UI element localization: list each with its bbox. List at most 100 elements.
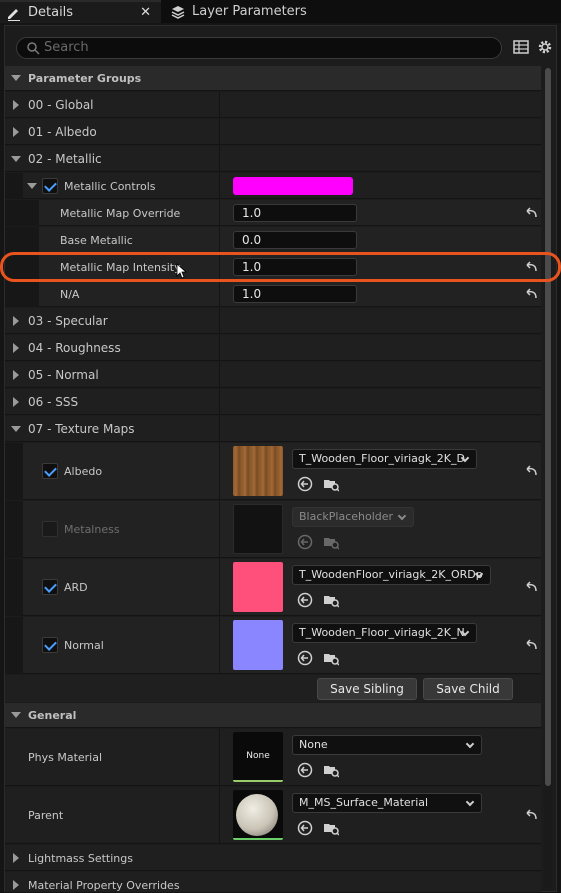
group-global[interactable]: 00 - Global — [5, 92, 541, 118]
albedo-texture-combo[interactable]: T_Wooden_Floor_viriagk_2K_D — [292, 449, 477, 469]
phys-material-thumbnail[interactable]: None — [233, 732, 283, 782]
group-roughness[interactable]: 04 - Roughness — [5, 335, 541, 361]
use-selected-arrow-icon[interactable] — [297, 534, 313, 550]
expand-arrow-icon[interactable] — [13, 316, 19, 326]
texture-label: Albedo — [64, 465, 103, 478]
collapse-arrow-icon[interactable] — [27, 183, 37, 189]
use-selected-arrow-icon[interactable] — [297, 650, 313, 666]
save-sibling-button[interactable]: Save Sibling — [317, 678, 417, 700]
parent-label: Parent — [28, 809, 64, 822]
reset-arrow-icon[interactable] — [524, 809, 538, 821]
reset-arrow-icon[interactable] — [524, 465, 538, 477]
reset-arrow-icon[interactable] — [524, 261, 538, 273]
browse-folder-icon[interactable] — [323, 762, 339, 778]
collapse-arrow-icon[interactable] — [11, 156, 21, 162]
phys-material-combo[interactable]: None — [292, 735, 482, 755]
browse-folder-icon[interactable] — [323, 820, 339, 836]
expand-arrow-icon[interactable] — [13, 343, 19, 353]
base-metallic-field[interactable]: 0.0 — [233, 231, 357, 249]
group-albedo[interactable]: 01 - Albedo — [5, 119, 541, 145]
collapse-arrow-icon[interactable] — [11, 426, 21, 432]
column-divider — [219, 559, 220, 616]
normal-checkbox[interactable] — [42, 637, 58, 653]
close-icon[interactable]: ✕ — [140, 5, 151, 20]
collapse-arrow-icon[interactable] — [11, 712, 21, 718]
reset-arrow-icon[interactable] — [524, 581, 538, 593]
tab-layer-parameters-label: Layer Parameters — [192, 4, 307, 19]
texture-row-albedo: Albedo T_Wooden_Floor_viriagk_2K_D — [5, 443, 541, 500]
expand-arrow-icon[interactable] — [13, 880, 19, 890]
texture-row-normal: Normal T_Wooden_Floor_viriagk_2K_N — [5, 617, 541, 674]
search-icon — [27, 42, 40, 55]
param-row: N/A 1.0 — [5, 281, 541, 307]
section-parameter-groups[interactable]: Parameter Groups — [5, 66, 541, 91]
group-label: 03 - Specular — [28, 314, 108, 328]
column-divider — [219, 227, 220, 253]
group-label: 04 - Roughness — [28, 341, 121, 355]
use-selected-arrow-icon[interactable] — [297, 762, 313, 778]
group-texture-maps[interactable]: 07 - Texture Maps — [5, 416, 541, 442]
use-selected-arrow-icon[interactable] — [297, 820, 313, 836]
metalness-texture-combo[interactable]: BlackPlaceholder — [292, 507, 414, 527]
lightmass-settings-row[interactable]: Lightmass Settings — [5, 845, 541, 871]
group-metallic[interactable]: 02 - Metallic — [5, 146, 541, 172]
phys-material-row: Phys Material None None — [5, 729, 541, 786]
browse-folder-icon[interactable] — [323, 592, 339, 608]
phys-material-label: Phys Material — [28, 751, 103, 764]
parent-combo[interactable]: M_MS_Surface_Material — [292, 793, 482, 813]
ard-thumbnail[interactable] — [233, 562, 283, 612]
scrollbar[interactable] — [544, 68, 552, 888]
na-field[interactable]: 1.0 — [233, 285, 357, 303]
group-sss[interactable]: 06 - SSS — [5, 389, 541, 415]
use-selected-arrow-icon[interactable] — [297, 476, 313, 492]
metallic-map-override-field[interactable]: 1.0 — [233, 204, 357, 222]
table-view-icon[interactable] — [513, 39, 529, 55]
normal-texture-combo[interactable]: T_Wooden_Floor_viriagk_2K_N — [292, 623, 477, 643]
metallic-controls-checkbox[interactable] — [42, 178, 58, 194]
normal-thumbnail[interactable] — [233, 620, 283, 670]
search-placeholder: Search — [44, 40, 89, 55]
expand-arrow-icon[interactable] — [13, 853, 19, 863]
browse-folder-icon[interactable] — [323, 650, 339, 666]
metallic-map-intensity-field[interactable]: 1.0 — [233, 258, 357, 276]
parent-thumbnail[interactable] — [233, 790, 283, 840]
tab-layer-parameters[interactable]: Layer Parameters — [166, 0, 326, 23]
browse-folder-icon[interactable] — [323, 476, 339, 492]
collapse-arrow-icon[interactable] — [11, 75, 21, 81]
save-buttons-row: Save Sibling Save Child — [5, 675, 541, 702]
column-divider — [219, 281, 220, 307]
metallic-controls-color-swatch[interactable] — [233, 177, 353, 195]
reset-arrow-icon[interactable] — [524, 288, 538, 300]
search-input[interactable]: Search — [16, 37, 502, 59]
group-specular[interactable]: 03 - Specular — [5, 308, 541, 334]
indent-gutter — [5, 559, 23, 616]
material-property-overrides-row[interactable]: Material Property Overrides — [5, 872, 541, 893]
group-label: 06 - SSS — [28, 395, 79, 409]
group-normal[interactable]: 05 - Normal — [5, 362, 541, 388]
save-child-button[interactable]: Save Child — [423, 678, 513, 700]
expand-arrow-icon[interactable] — [13, 370, 19, 380]
reset-arrow-icon[interactable] — [524, 639, 538, 651]
combo-value: T_Wooden_Floor_viriagk_2K_D — [299, 452, 465, 465]
column-divider — [219, 308, 220, 334]
section-general[interactable]: General — [5, 703, 541, 728]
expand-arrow-icon[interactable] — [13, 100, 19, 110]
scrollbar-thumb[interactable] — [545, 68, 551, 786]
gear-icon[interactable] — [537, 39, 553, 55]
ard-texture-combo[interactable]: T_WoodenFloor_viriagk_2K_ORDp — [292, 565, 491, 585]
expand-arrow-icon[interactable] — [13, 397, 19, 407]
metalness-thumbnail[interactable] — [233, 504, 283, 554]
albedo-checkbox[interactable] — [42, 463, 58, 479]
albedo-thumbnail[interactable] — [233, 446, 283, 496]
group-label: 00 - Global — [28, 98, 94, 112]
expand-arrow-icon[interactable] — [13, 127, 19, 137]
ard-checkbox[interactable] — [42, 579, 58, 595]
browse-folder-icon[interactable] — [323, 534, 339, 550]
use-selected-arrow-icon[interactable] — [297, 592, 313, 608]
metalness-checkbox[interactable] — [42, 521, 58, 537]
reset-arrow-icon[interactable] — [524, 207, 538, 219]
indent-gutter — [5, 254, 39, 280]
param-label: N/A — [60, 288, 80, 301]
indent-gutter — [5, 173, 23, 199]
tab-details[interactable]: Details ✕ — [0, 0, 161, 23]
